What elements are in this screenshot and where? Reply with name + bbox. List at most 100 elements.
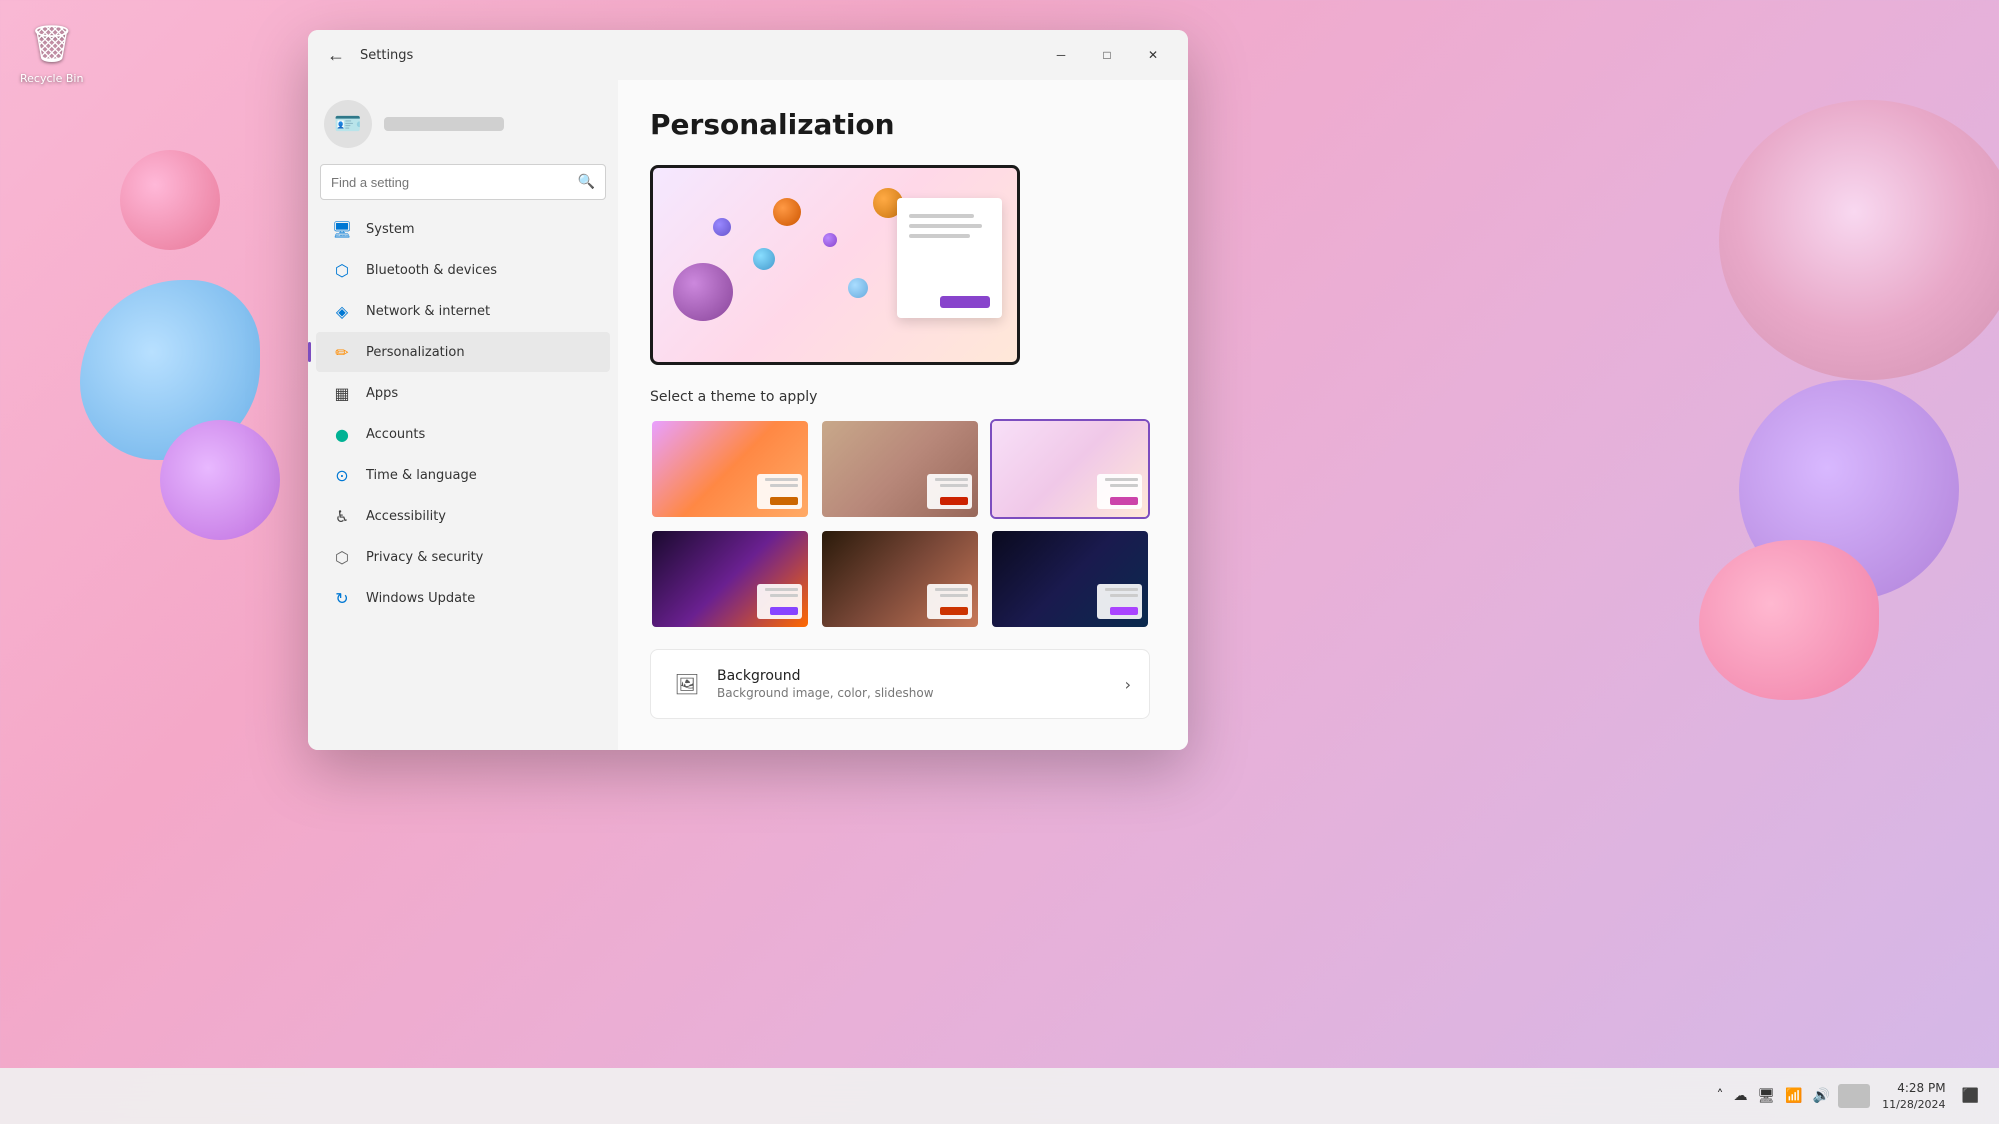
- sidebar-item-time[interactable]: ⊙ Time & language: [316, 455, 610, 495]
- nav-icon-update: ↻: [332, 588, 352, 608]
- background-setting-row[interactable]: 🖼 Background Background image, color, sl…: [650, 649, 1150, 719]
- theme-bg-theme3: [992, 421, 1148, 517]
- theme-card-theme5[interactable]: [820, 529, 980, 629]
- nav-label-system: System: [366, 222, 414, 237]
- background-icon: 🖼: [669, 666, 705, 702]
- maximize-button[interactable]: □: [1084, 39, 1130, 71]
- sidebar-item-network[interactable]: ◈ Network & internet: [316, 291, 610, 331]
- recycle-bin-icon: 🗑: [28, 20, 76, 68]
- sidebar-item-accessibility[interactable]: ♿ Accessibility: [316, 496, 610, 536]
- theme-mini-doc-theme1: [757, 474, 802, 509]
- nav-label-accessibility: Accessibility: [366, 509, 446, 524]
- chevron-up-icon[interactable]: ˄: [1713, 1084, 1728, 1108]
- taskbar-time: 4:28 PM: [1882, 1080, 1945, 1097]
- decorative-blob-2: [160, 420, 280, 540]
- taskbar-clock[interactable]: 4:28 PM 11/28/2024: [1874, 1076, 1953, 1116]
- nav-label-apps: Apps: [366, 386, 398, 401]
- decorative-blob-right-1: [1719, 100, 1999, 380]
- taskbar-right: ˄ ☁ 🖥 📶 🔊 4:28 PM 11/28/2024 ⬛: [1713, 1076, 1984, 1116]
- main-content: Personalization: [618, 80, 1188, 750]
- nav-icon-bluetooth: ⬡: [332, 260, 352, 280]
- speaker-icon[interactable]: 🔊: [1809, 1084, 1834, 1108]
- sidebar-item-system[interactable]: 🖥 System: [316, 209, 610, 249]
- theme-bg-theme2: [822, 421, 978, 517]
- themes-grid: [650, 419, 1150, 629]
- nav-label-bluetooth: Bluetooth & devices: [366, 263, 497, 278]
- decorative-blob-3: [120, 150, 220, 250]
- system-tray: ˄ ☁ 🖥 📶 🔊: [1713, 1084, 1835, 1108]
- nav-icon-system: 🖥: [332, 219, 352, 239]
- theme-card-theme4[interactable]: [650, 529, 810, 629]
- preview-planet-7: [848, 278, 868, 298]
- sidebar-item-privacy[interactable]: ⬡ Privacy & security: [316, 537, 610, 577]
- window-controls: ─ □ ✕: [1038, 39, 1176, 71]
- background-title: Background: [717, 668, 1125, 684]
- nav-icon-network: ◈: [332, 301, 352, 321]
- nav-label-personalization: Personalization: [366, 345, 465, 360]
- avatar-icon: 🪪: [334, 112, 361, 137]
- nav-icon-time: ⊙: [332, 465, 352, 485]
- background-subtitle: Background image, color, slideshow: [717, 686, 1125, 700]
- theme-bg-theme6: [992, 531, 1148, 627]
- sidebar: 🪪 🔍 🖥 System ⬡ Bluetooth & devices ◈ Net…: [308, 80, 618, 750]
- theme-bg-theme4: [652, 531, 808, 627]
- theme-section-label: Select a theme to apply: [650, 389, 1156, 405]
- search-icon: 🔍: [578, 174, 595, 190]
- sidebar-item-apps[interactable]: ▦ Apps: [316, 373, 610, 413]
- search-box[interactable]: 🔍: [320, 164, 606, 200]
- nav-icon-personalization: ✏: [332, 342, 352, 362]
- search-input[interactable]: [331, 175, 570, 190]
- theme-mini-doc-theme5: [927, 584, 972, 619]
- theme-card-theme6[interactable]: [990, 529, 1150, 629]
- nav-label-network: Network & internet: [366, 304, 490, 319]
- window-content: 🪪 🔍 🖥 System ⬡ Bluetooth & devices ◈ Net…: [308, 80, 1188, 750]
- sidebar-item-update[interactable]: ↻ Windows Update: [316, 578, 610, 618]
- nav-icon-privacy: ⬡: [332, 547, 352, 567]
- theme-card-theme2[interactable]: [820, 419, 980, 519]
- nav-icon-accessibility: ♿: [332, 506, 352, 526]
- nav-label-accounts: Accounts: [366, 427, 425, 442]
- recycle-bin[interactable]: 🗑 Recycle Bin: [20, 20, 83, 85]
- theme-preview: [650, 165, 1020, 365]
- settings-window: ← Settings ─ □ ✕ 🪪: [308, 30, 1188, 750]
- theme-mini-doc-theme6: [1097, 584, 1142, 619]
- theme-card-theme1[interactable]: [650, 419, 810, 519]
- taskbar-date: 11/28/2024: [1882, 1097, 1945, 1112]
- preview-planet-3: [753, 248, 775, 270]
- theme-card-theme3[interactable]: [990, 419, 1150, 519]
- monitor-icon[interactable]: 🖥: [1754, 1084, 1780, 1108]
- nav-label-update: Windows Update: [366, 591, 475, 606]
- nav-label-time: Time & language: [366, 468, 477, 483]
- theme-mini-doc-theme2: [927, 474, 972, 509]
- minimize-button[interactable]: ─: [1038, 39, 1084, 71]
- decorative-blob-1: [80, 280, 260, 460]
- recycle-bin-label: Recycle Bin: [20, 72, 83, 85]
- preview-planet-1: [773, 198, 801, 226]
- color-swatch: [1838, 1084, 1870, 1108]
- avatar: 🪪: [324, 100, 372, 148]
- preview-document: [897, 198, 1002, 318]
- sidebar-item-personalization[interactable]: ✏ Personalization: [316, 332, 610, 372]
- sidebar-item-bluetooth[interactable]: ⬡ Bluetooth & devices: [316, 250, 610, 290]
- close-button[interactable]: ✕: [1130, 39, 1176, 71]
- search-container: 🔍: [308, 164, 618, 208]
- decorative-blob-right-2: [1739, 380, 1959, 600]
- taskbar: ˄ ☁ 🖥 📶 🔊 4:28 PM 11/28/2024 ⬛: [0, 1068, 1999, 1124]
- desktop: 🗑 Recycle Bin ← Settings ─ □ ✕ 🪪: [0, 0, 1999, 1124]
- nav-list: 🖥 System ⬡ Bluetooth & devices ◈ Network…: [308, 208, 618, 619]
- decorative-blob-pink: [1699, 540, 1879, 700]
- user-profile[interactable]: 🪪: [308, 88, 618, 164]
- window-title: Settings: [360, 48, 413, 63]
- sidebar-item-accounts[interactable]: ● Accounts: [316, 414, 610, 454]
- nav-icon-accounts: ●: [332, 424, 352, 444]
- theme-mini-doc-theme4: [757, 584, 802, 619]
- theme-bg-theme5: [822, 531, 978, 627]
- network-tray-icon[interactable]: 📶: [1781, 1084, 1806, 1108]
- preview-planet-4: [823, 233, 837, 247]
- back-button[interactable]: ←: [320, 39, 352, 71]
- nav-icon-apps: ▦: [332, 383, 352, 403]
- cloud-icon[interactable]: ☁: [1730, 1084, 1752, 1108]
- notification-icon[interactable]: ⬛: [1958, 1084, 1983, 1108]
- user-name-bar: [384, 117, 504, 131]
- background-chevron-icon: ›: [1125, 675, 1131, 694]
